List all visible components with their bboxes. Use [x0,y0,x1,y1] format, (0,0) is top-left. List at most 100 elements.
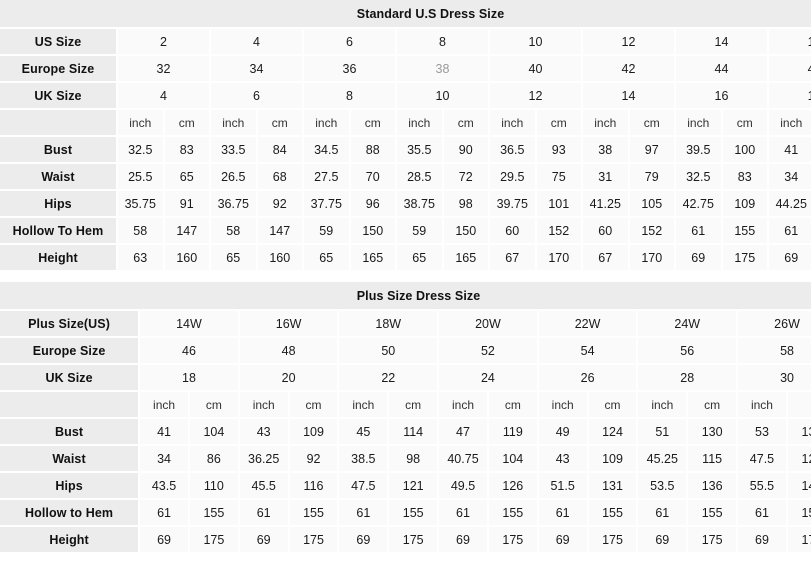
measurement-cell: 69 [637,526,689,554]
unit-header-row: inch cm inch cm inch cm inch cm inch cm inch cm inch… [0,109,811,137]
unit-header-cell: inch [396,109,444,137]
measurement-cell: 67 [489,244,537,272]
measurement-cell: 126 [487,472,539,500]
table-row: Hollow to Hem 61 155 61 155 61 155 61 155 61 155 61… [0,499,811,527]
measurement-cell: 91 [163,190,211,218]
standard-dress-size-table: Standard U.S Dress Size US Size 2 4 6 8 10 12 14… [0,0,811,272]
measurement-cell: 69 [438,526,489,554]
unit-row-label [0,109,118,137]
measurement-cell: 47.5 [338,472,390,500]
table-row: Waist 25.5 65 26.5 68 27.5 70 28.5 72 29.5 75 31 79 3… [0,163,811,191]
measurement-cell: 152 [628,217,676,245]
measurement-cell: 39.5 [675,136,723,164]
unit-header-cell: cm [349,109,397,137]
unit-header-cell: cm [587,391,639,419]
measurement-cell: 136 [687,472,739,500]
unit-header-cell: cm [256,109,304,137]
measurement-cell: 61 [139,499,190,527]
size-value-cell: 24W [637,310,739,338]
unit-header-cell: inch [117,109,165,137]
measurement-cell: 69 [238,526,290,554]
measurement-cell: 61 [637,499,689,527]
measurement-cell: 170 [535,244,583,272]
size-value-cell: 4 [117,82,211,110]
measurement-cell: 47.5 [737,445,788,473]
measurement-cell: 175 [687,526,739,554]
measurement-cell: 37.75 [303,190,351,218]
measurement-cell: 34 [139,445,190,473]
unit-header-row: inch cm inch cm inch cm inch cm inch cm inch cm inch [0,391,811,419]
table-row: Bust41104431094511447119491245113053135 [0,418,811,446]
size-value-cell: 18 [139,364,240,392]
measurement-cell: 51 [637,418,689,446]
measurement-cell: 35.75 [117,190,165,218]
unit-header-cell: inch [139,391,190,419]
measurement-cell: 60 [582,217,630,245]
measurement-cell: 170 [628,244,676,272]
measurement-cell: 155 [188,499,240,527]
measurement-cell: 53 [737,418,788,446]
measurement-cell: 115 [687,445,739,473]
measurement-cell: 39.75 [489,190,537,218]
size-value-cell: 16 [675,82,769,110]
measurement-cell: 93 [535,136,583,164]
size-value-cell: 16W [238,310,340,338]
measurement-cell: 109 [587,445,639,473]
size-value-cell: 46 [139,337,240,365]
table-row: Europe Size 46 48 50 52 54 56 58 [0,337,811,365]
measurement-cell: 41 [139,418,190,446]
table-title-row: Plus Size Dress Size [0,282,811,311]
size-value-cell: 28 [637,364,739,392]
size-value-cell: 14W [139,310,240,338]
measurement-cell: 61 [675,217,723,245]
measurement-cell: 59 [303,217,351,245]
table-title: Standard U.S Dress Size [0,0,811,29]
measurement-cell: 70 [349,163,397,191]
unit-header-cell: inch [737,391,788,419]
measurement-cell: 130 [687,418,739,446]
unit-header-cell: cm [288,391,340,419]
row-label: Europe Size [0,337,141,365]
size-value-cell: 56 [637,337,739,365]
size-value-cell: 22 [338,364,440,392]
measurement-cell: 121 [786,445,811,473]
measurement-cell: 59 [396,217,444,245]
measurement-cell: 69 [139,526,190,554]
measurement-cell: 36.75 [210,190,258,218]
size-value-cell: 36 [303,55,397,83]
measurement-cell: 92 [288,445,340,473]
measurement-cell: 69 [675,244,723,272]
size-value-cell: 44 [675,55,769,83]
measurement-cell: 160 [256,244,304,272]
measurement-cell: 49 [537,418,589,446]
row-label: UK Size [0,82,118,110]
table-row: Hips 43.5 110 45.5 116 47.5 121 49.5 126 51.5 131 5… [0,472,811,500]
measurement-cell: 67 [582,244,630,272]
unit-header-cell: inch [637,391,689,419]
measurement-cell: 38.75 [396,190,444,218]
measurement-cell: 83 [163,136,211,164]
measurement-cell: 43.5 [139,472,190,500]
size-value-cell: 2 [117,28,211,56]
measurement-cell: 104 [188,418,240,446]
row-label: Europe Size [0,55,118,83]
unit-header-cell: inch [338,391,390,419]
table-row: Hollow To Hem 58 147 58 147 59 150 59 150 60 152 60… [0,217,811,245]
size-value-cell: 26W [737,310,811,338]
unit-header-cell: inch [210,109,258,137]
table-row: UK Size4681012141618 [0,82,811,110]
table-row: UK Size 18 20 22 24 26 28 30 [0,364,811,392]
size-value-cell: 22W [537,310,639,338]
size-value-cell: 14 [675,28,769,56]
size-value-cell: 32 [117,55,211,83]
measurement-cell: 69 [768,244,811,272]
unit-header-cell: cm [535,109,583,137]
measurement-cell: 68 [256,163,304,191]
measurement-cell: 43 [537,445,589,473]
measurement-cell: 155 [487,499,539,527]
size-value-cell: 50 [338,337,440,365]
measurement-cell: 92 [256,190,304,218]
measurement-cell: 121 [388,472,440,500]
measurement-cell: 45.25 [637,445,689,473]
measurement-cell: 86 [188,445,240,473]
